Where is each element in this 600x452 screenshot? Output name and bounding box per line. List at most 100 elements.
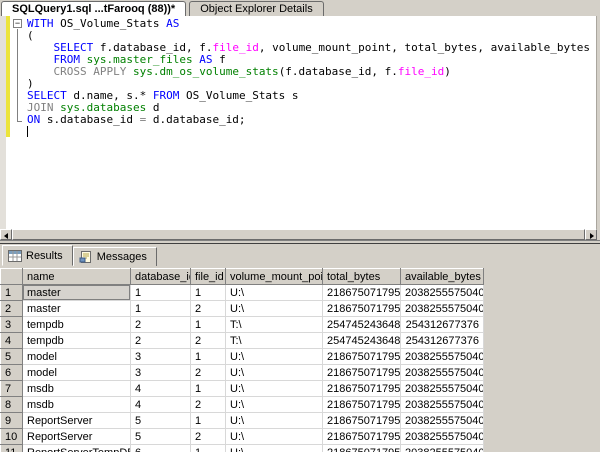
column-header-volume_mount_point[interactable]: volume_mount_point (226, 269, 323, 285)
row-header[interactable]: 7 (1, 381, 23, 397)
row-header[interactable]: 10 (1, 429, 23, 445)
row-header[interactable]: 2 (1, 301, 23, 317)
code-line[interactable]: ON s.database_id = d.database_id; (10, 114, 596, 126)
grid-cell[interactable]: 6 (131, 445, 191, 452)
scrollbar-thumb[interactable] (12, 229, 585, 240)
grid-cell[interactable]: 2038255575040 (401, 413, 484, 429)
grid-cell[interactable]: 2186750717952 (323, 349, 401, 365)
grid-cell[interactable]: U:\ (226, 301, 323, 317)
grid-cell[interactable]: master (23, 301, 131, 317)
grid-cell[interactable]: 2 (191, 429, 226, 445)
tab-sqlquery1[interactable]: SQLQuery1.sql ...tFarooq (88))* (1, 1, 186, 16)
grid-cell[interactable]: 2038255575040 (401, 429, 484, 445)
column-header-total_bytes[interactable]: total_bytes (323, 269, 401, 285)
grid-cell[interactable]: 254312677376 (401, 333, 484, 349)
sql-code[interactable]: −WITH OS_Volume_Stats AS( SELECT f.datab… (10, 18, 596, 138)
grid-cell[interactable]: 2038255575040 (401, 285, 484, 301)
grid-cell[interactable]: ReportServer (23, 413, 131, 429)
grid-cell[interactable]: 2038255575040 (401, 397, 484, 413)
grid-cell[interactable]: 254745243648 (323, 317, 401, 333)
grid-cell[interactable]: ReportServerTempDB (23, 445, 131, 452)
tab-object-explorer-details[interactable]: Object Explorer Details (189, 1, 324, 16)
row-header[interactable]: 3 (1, 317, 23, 333)
grid-cell[interactable]: 2038255575040 (401, 349, 484, 365)
grid-cell[interactable]: 3 (131, 365, 191, 381)
scroll-right-button[interactable] (585, 229, 597, 240)
grid-cell[interactable]: model (23, 365, 131, 381)
grid-cell[interactable]: 2 (131, 317, 191, 333)
grid-cell[interactable]: 2186750717952 (323, 365, 401, 381)
grid-cell[interactable]: 2186750717952 (323, 413, 401, 429)
grid-cell[interactable]: 2038255575040 (401, 365, 484, 381)
row-header[interactable]: 4 (1, 333, 23, 349)
grid-cell[interactable]: 2186750717952 (323, 381, 401, 397)
grid-cell[interactable]: 1 (191, 349, 226, 365)
grid-cell[interactable]: 1 (191, 413, 226, 429)
grid-cell[interactable]: 4 (131, 381, 191, 397)
column-header-database_id[interactable]: database_id (131, 269, 191, 285)
grid-cell[interactable]: 1 (131, 285, 191, 301)
grid-cell[interactable]: 1 (131, 301, 191, 317)
grid-cell[interactable]: 5 (131, 413, 191, 429)
grid-cell[interactable]: 254745243648 (323, 333, 401, 349)
fold-collapse-icon[interactable]: − (13, 19, 22, 28)
tab-messages[interactable]: Messages (73, 247, 157, 266)
grid-cell[interactable]: 1 (191, 381, 226, 397)
grid-cell[interactable]: 2 (131, 333, 191, 349)
grid-cell[interactable]: 2186750717952 (323, 301, 401, 317)
editor-horizontal-scrollbar[interactable] (0, 229, 597, 240)
tab-results[interactable]: Results (2, 245, 73, 266)
grid-cell[interactable]: U:\ (226, 285, 323, 301)
grid-cell[interactable]: 1 (191, 285, 226, 301)
grid-cell[interactable]: U:\ (226, 445, 323, 452)
grid-cell[interactable]: U:\ (226, 381, 323, 397)
grid-cell[interactable]: 2 (191, 301, 226, 317)
row-header[interactable]: 11 (1, 445, 23, 452)
grid-cell[interactable]: master (23, 285, 131, 301)
row-header[interactable]: 9 (1, 413, 23, 429)
grid-cell[interactable]: 2038255575040 (401, 381, 484, 397)
grid-cell[interactable]: msdb (23, 397, 131, 413)
grid-cell[interactable]: 4 (131, 397, 191, 413)
grid-cell[interactable]: T:\ (226, 317, 323, 333)
grid-cell[interactable]: msdb (23, 381, 131, 397)
row-header[interactable]: 1 (1, 285, 23, 301)
grid-cell[interactable]: 254312677376 (401, 317, 484, 333)
column-header-available_bytes[interactable]: available_bytes (401, 269, 484, 285)
grid-cell[interactable]: 1 (191, 445, 226, 452)
row-header[interactable]: 5 (1, 349, 23, 365)
row-header[interactable]: 6 (1, 365, 23, 381)
grid-cell[interactable]: tempdb (23, 333, 131, 349)
results-grid[interactable]: namedatabase_idfile_idvolume_mount_point… (0, 268, 484, 452)
corner-header[interactable] (1, 269, 23, 285)
grid-cell[interactable]: 2038255575040 (401, 445, 484, 452)
grid-cell[interactable]: U:\ (226, 397, 323, 413)
row-header[interactable]: 8 (1, 397, 23, 413)
grid-cell[interactable]: 2186750717952 (323, 285, 401, 301)
scroll-left-button[interactable] (0, 229, 12, 240)
code-line[interactable]: −WITH OS_Volume_Stats AS (10, 18, 596, 30)
grid-cell[interactable]: ReportServer (23, 429, 131, 445)
sql-editor[interactable]: −WITH OS_Volume_Stats AS( SELECT f.datab… (0, 16, 597, 229)
grid-cell[interactable]: U:\ (226, 429, 323, 445)
grid-cell[interactable]: T:\ (226, 333, 323, 349)
grid-cell[interactable]: tempdb (23, 317, 131, 333)
grid-cell[interactable]: 2186750717952 (323, 429, 401, 445)
code-line[interactable]: CROSS APPLY sys.dm_os_volume_stats(f.dat… (10, 66, 596, 78)
code-line[interactable] (10, 126, 596, 138)
grid-cell[interactable]: 2186750717952 (323, 445, 401, 452)
grid-cell[interactable]: 2038255575040 (401, 301, 484, 317)
grid-cell[interactable]: 2 (191, 365, 226, 381)
grid-cell[interactable]: model (23, 349, 131, 365)
grid-cell[interactable]: 2186750717952 (323, 397, 401, 413)
grid-cell[interactable]: U:\ (226, 349, 323, 365)
grid-cell[interactable]: 3 (131, 349, 191, 365)
grid-cell[interactable]: U:\ (226, 413, 323, 429)
grid-cell[interactable]: 1 (191, 317, 226, 333)
grid-cell[interactable]: U:\ (226, 365, 323, 381)
column-header-file_id[interactable]: file_id (191, 269, 226, 285)
grid-cell[interactable]: 2 (191, 333, 226, 349)
grid-cell[interactable]: 2 (191, 397, 226, 413)
grid-cell[interactable]: 5 (131, 429, 191, 445)
column-header-name[interactable]: name (23, 269, 131, 285)
